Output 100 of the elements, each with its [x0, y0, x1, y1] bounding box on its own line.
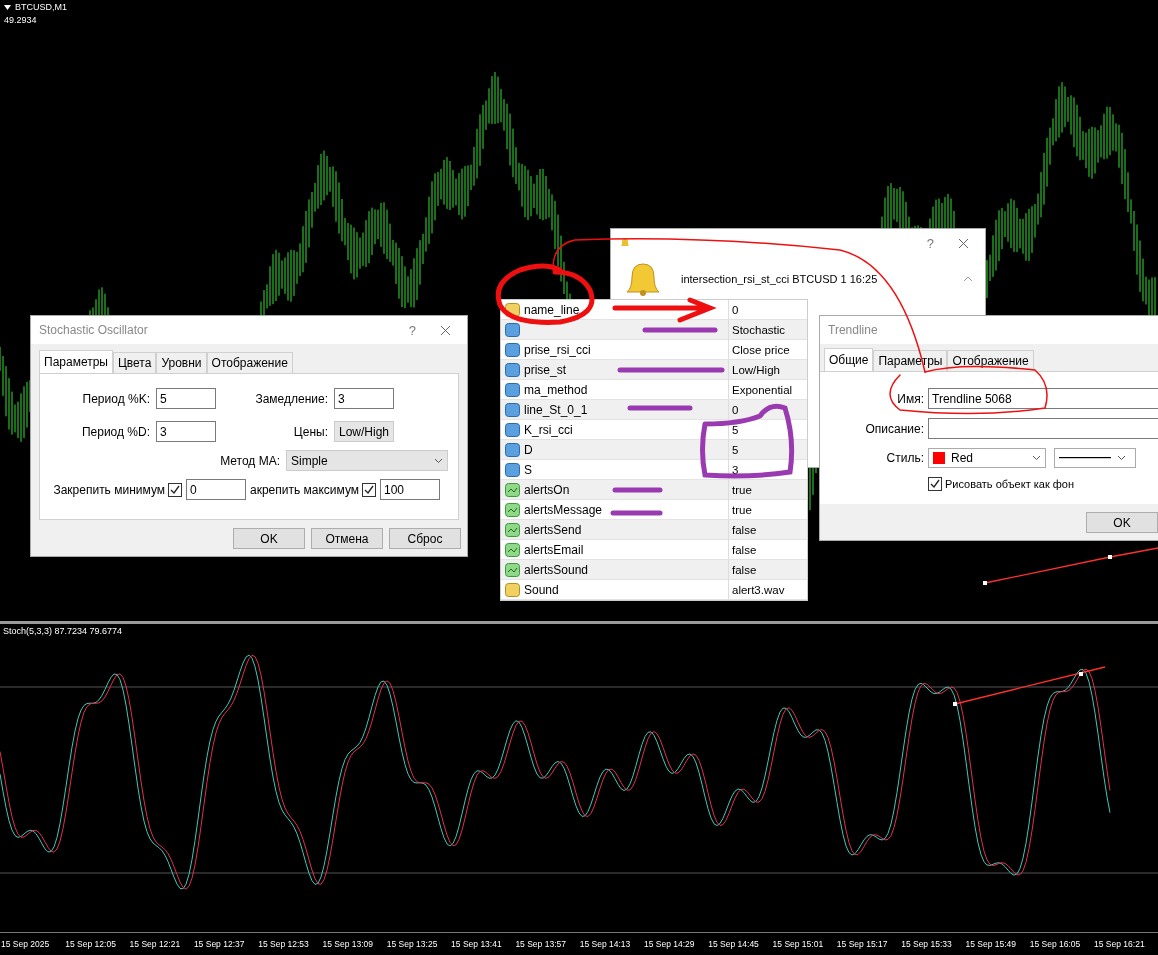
time-label: 15 Sep 13:57 — [514, 939, 567, 949]
input-field[interactable]: 100 — [380, 479, 440, 500]
type-icon — [505, 362, 520, 377]
field-label: Цены: — [292, 424, 328, 439]
checkbox[interactable] — [928, 477, 942, 491]
table-cell[interactable]: Exponential — [729, 380, 807, 399]
type-icon — [505, 402, 520, 417]
tab[interactable]: Отображение — [947, 350, 1034, 371]
type-icon — [505, 502, 520, 517]
ma-method-select[interactable]: Simple — [286, 450, 448, 471]
type-icon — [505, 382, 520, 397]
field-label: Имя: — [896, 391, 924, 406]
table-cell[interactable]: 3 — [729, 460, 807, 479]
parameter-name: ma_method — [524, 382, 588, 397]
type-icon — [505, 482, 520, 497]
input-field[interactable]: 5 — [156, 388, 216, 409]
alert-message: intersection_rsi_st_cci BTCUSD 1 16:25 — [681, 273, 878, 285]
type-icon — [505, 542, 520, 557]
field-label: Стиль: — [885, 451, 924, 465]
type-icon — [505, 322, 520, 337]
table-cell[interactable]: false — [729, 520, 807, 539]
table-cell[interactable]: Low/High — [729, 360, 807, 379]
dialog-button[interactable]: Отмена — [311, 528, 383, 549]
time-label: 15 Sep 2025 — [0, 939, 51, 949]
field-label: Описание: — [864, 421, 924, 436]
parameter-name: name_line — [524, 302, 580, 317]
input-field[interactable]: 3 — [334, 388, 394, 409]
price-select[interactable]: Low/High — [334, 421, 394, 442]
table-cell[interactable]: false — [729, 540, 807, 559]
parameter-name: line_St_0_1 — [524, 402, 588, 417]
checkbox[interactable] — [362, 482, 376, 497]
table-cell[interactable]: true — [729, 480, 807, 499]
tab[interactable]: Общие — [824, 348, 874, 371]
parameter-name: alertsMessage — [524, 502, 603, 517]
scribble-line — [610, 510, 663, 516]
tab[interactable]: Цвета — [112, 352, 157, 373]
color-select[interactable]: Red — [928, 448, 1046, 468]
name-field[interactable]: Trendline 5068 — [928, 388, 1158, 409]
time-label: 15 Sep 15:49 — [964, 939, 1018, 949]
triangle-icon — [4, 5, 11, 10]
chevron-up-icon[interactable] — [963, 276, 973, 282]
time-label: 15 Sep 12:05 — [64, 939, 117, 949]
time-label: 15 Sep 14:29 — [642, 939, 696, 949]
table-cell[interactable]: true — [729, 500, 807, 519]
chevron-down-icon — [434, 457, 443, 464]
parameter-name: alertsEmail — [524, 542, 584, 557]
tab[interactable]: Отображение — [206, 352, 293, 373]
table-cell[interactable]: 0 — [729, 300, 807, 319]
help-button[interactable]: ? — [400, 322, 424, 338]
dialog-button[interactable]: OK — [1086, 512, 1158, 533]
parameter-name: S — [524, 462, 532, 477]
dialog-button[interactable]: OK — [233, 528, 305, 549]
parameter-name: D — [524, 442, 533, 457]
field-label: Метод MA: — [219, 453, 280, 468]
bell-icon — [623, 261, 663, 297]
time-label: 15 Sep 13:25 — [385, 939, 439, 949]
table-cell[interactable]: 5 — [729, 440, 807, 459]
trendline-drawing[interactable] — [983, 547, 1158, 585]
type-icon — [505, 422, 520, 437]
parameter-name: prise_rsi_cci — [524, 342, 591, 357]
table-cell[interactable]: false — [729, 560, 807, 579]
checkbox-label: Закрепить минимум — [53, 482, 165, 497]
parameter-name: alertsSound — [524, 562, 589, 577]
parameter-name: Sound — [524, 582, 559, 597]
trendline-drawing[interactable] — [953, 666, 1106, 707]
tab[interactable]: Параметры — [39, 350, 113, 373]
tab[interactable]: Уровни — [156, 352, 207, 373]
time-label: 15 Sep 16:21 — [1093, 939, 1146, 949]
parameter-name: alertsSend — [524, 522, 582, 537]
indicator-label: Stoch(5,3,3) 87.7234 79.6774 — [3, 626, 123, 637]
input-field[interactable]: 3 — [156, 421, 216, 442]
chevron-down-icon — [1117, 455, 1126, 461]
table-cell[interactable]: 5 — [729, 420, 807, 439]
close-icon — [958, 237, 969, 249]
parameter-name: K_rsi_cci — [524, 422, 573, 437]
description-field[interactable] — [928, 418, 1158, 439]
checkbox-label: акрепить максимум — [250, 482, 360, 497]
type-icon — [505, 582, 520, 597]
time-label: 15 Sep 15:17 — [835, 939, 889, 949]
help-button[interactable]: ? — [918, 235, 942, 251]
type-icon — [505, 462, 520, 477]
symbol-label: BTCUSD,M1 — [4, 2, 67, 12]
checkbox-label: Рисовать объект как фон — [945, 478, 1074, 490]
line-style-select[interactable] — [1054, 448, 1136, 468]
input-field[interactable]: 0 — [186, 479, 246, 500]
dialog-button[interactable]: Сброс — [389, 528, 461, 549]
time-label: 15 Sep 13:09 — [321, 939, 375, 949]
line-style-icon — [1059, 457, 1111, 459]
table-cell[interactable]: alert3.wav — [729, 580, 807, 599]
field-label: Период %K: — [81, 391, 150, 406]
time-label: 15 Sep 15:33 — [900, 939, 953, 949]
time-label: 15 Sep 12:21 — [128, 939, 182, 949]
price-value: 49.2934 — [4, 15, 37, 25]
type-icon — [505, 562, 520, 577]
table-cell[interactable]: 0 — [729, 400, 807, 419]
field-label: Период %D: — [80, 424, 150, 439]
table-cell[interactable]: Close price — [729, 340, 807, 359]
scribble-line — [627, 405, 693, 411]
time-label: 15 Sep 16:05 — [1028, 939, 1082, 949]
checkbox[interactable] — [168, 482, 182, 497]
